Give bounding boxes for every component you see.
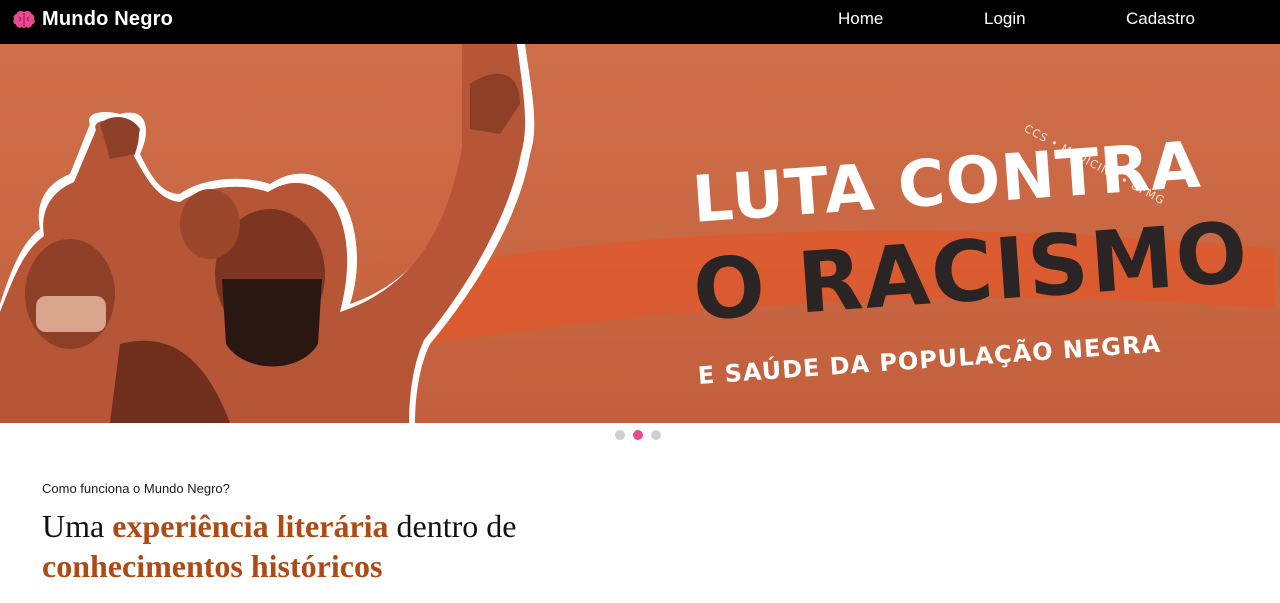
intro-caption: Como funciona o Mundo Negro? (42, 481, 230, 496)
navbar: Mundo Negro Home Login Cadastro (0, 0, 1280, 44)
carousel-dot-2[interactable] (633, 430, 643, 440)
nav-link-login[interactable]: Login (984, 9, 1026, 29)
intro-heading-accent: experiência literária (112, 508, 389, 544)
carousel-dot-3[interactable] (651, 430, 661, 440)
intro-heading-text: dentro de (388, 508, 517, 544)
intro-heading-accent: conhecimentos históricos (42, 548, 383, 584)
carousel-indicators (615, 430, 661, 440)
nav-link-cadastro[interactable]: Cadastro (1126, 9, 1195, 29)
intro-heading: Uma experiência literária dentro de conh… (42, 506, 602, 586)
brand[interactable]: Mundo Negro (12, 8, 173, 31)
intro-heading-text: Uma (42, 508, 113, 544)
hero-carousel[interactable]: CCS • MEDICINA • UFMG LUTA CONTRA O RACI… (0, 44, 1280, 423)
brand-title: Mundo Negro (42, 8, 174, 30)
brain-icon (13, 10, 35, 28)
nav-link-home[interactable]: Home (838, 9, 883, 29)
carousel-dot-1[interactable] (615, 430, 625, 440)
